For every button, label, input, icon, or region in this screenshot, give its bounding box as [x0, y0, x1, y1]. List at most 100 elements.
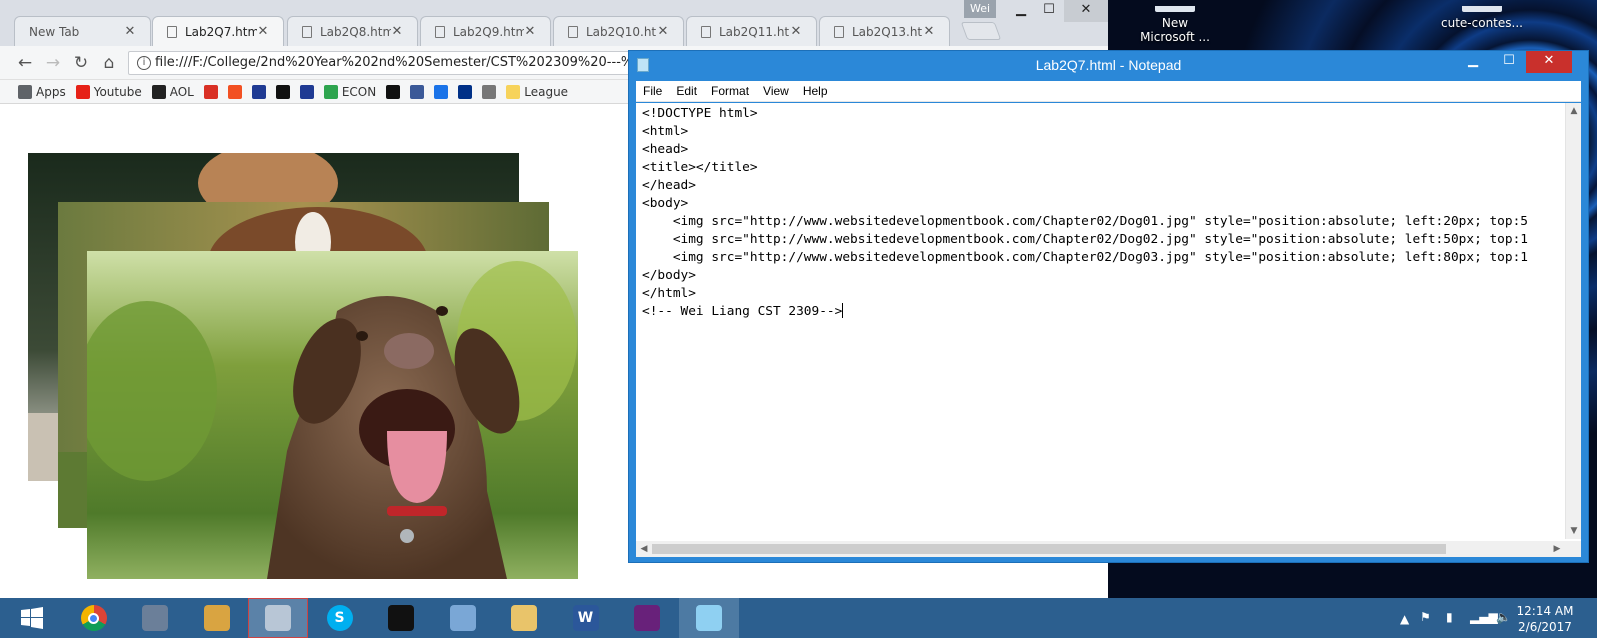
taskbar-visual-studio[interactable] — [617, 598, 677, 638]
bookmark-gmail[interactable] — [203, 84, 218, 99]
taskbar-notepad[interactable] — [678, 598, 739, 638]
menu-file[interactable]: File — [636, 84, 669, 98]
youtube-icon — [75, 84, 90, 99]
chrome-icon — [80, 605, 107, 631]
apps-grid-icon — [18, 84, 32, 99]
tab-lab2q13[interactable]: Lab2Q13.html ✕ — [819, 16, 950, 46]
network-icon[interactable]: ▂▄▆ — [1470, 610, 1498, 624]
profile-button[interactable]: Wei — [964, 0, 996, 18]
visual-studio-icon — [634, 605, 660, 631]
scissors-icon — [265, 605, 291, 631]
close-icon[interactable]: ✕ — [923, 24, 935, 39]
resize-grip[interactable] — [1565, 541, 1581, 557]
start-button[interactable] — [2, 598, 62, 638]
bookmark-blackboard[interactable] — [275, 84, 290, 99]
taskbar-chrome[interactable] — [64, 598, 124, 638]
maximize-button[interactable]: ☐ — [1492, 51, 1526, 73]
text-editor[interactable]: <!DOCTYPE html> <html> <head> <title></titl… — [636, 103, 1581, 557]
taskbar-word[interactable]: W — [556, 598, 616, 638]
tab-lab2q8[interactable]: Lab2Q8.html ✕ — [287, 16, 418, 46]
close-icon[interactable]: ✕ — [257, 24, 269, 39]
back-arrow-icon[interactable]: ← — [14, 52, 36, 74]
horizontal-scrollbar[interactable]: ◀ ▶ — [636, 541, 1565, 557]
bookmark-bag[interactable] — [410, 84, 425, 99]
volume-icon[interactable]: 🔈 — [1496, 610, 1511, 624]
new-tab-button[interactable] — [960, 22, 1002, 40]
code-line: <img src="http://www.websitedevelopmentb… — [642, 250, 1529, 265]
forward-arrow-icon[interactable]: → — [42, 52, 64, 74]
maximize-button[interactable]: ☐ — [1034, 0, 1064, 22]
desktop-icon-new-microsoft[interactable]: New Microsoft ... — [1130, 6, 1220, 44]
desktop-icon-label: New Microsoft ... — [1140, 16, 1210, 44]
document-icon — [701, 25, 711, 38]
econ-icon — [323, 84, 338, 99]
tab-lab2q7[interactable]: Lab2Q7.html ✕ — [152, 16, 284, 46]
tab-lab2q10[interactable]: Lab2Q10.html ✕ — [553, 16, 684, 46]
bookmark-aol[interactable]: AOL — [151, 84, 194, 99]
folder-icon — [506, 84, 521, 99]
battery-icon[interactable]: ▮ — [1446, 610, 1453, 624]
tab-title: Lab2Q8.html — [320, 24, 391, 39]
bookmark-shield-bookmark[interactable] — [434, 84, 449, 99]
scrollbar-thumb[interactable] — [652, 544, 1446, 554]
bookmark-cuny2[interactable] — [299, 84, 314, 99]
taskbar-cmd[interactable] — [371, 598, 431, 638]
close-icon[interactable]: ✕ — [524, 24, 536, 39]
taskbar-file-explorer[interactable] — [494, 598, 554, 638]
document-icon — [302, 25, 312, 38]
address-bar[interactable]: i file:///F:/College/2nd%20Year%202nd%20… — [128, 51, 648, 75]
bookmark-paypal[interactable] — [458, 84, 473, 99]
code-line: <img src="http://www.websitedevelopmentb… — [642, 232, 1529, 247]
vertical-scrollbar[interactable]: ▲ ▼ — [1565, 103, 1581, 539]
tab-new-tab[interactable]: New Tab ✕ — [14, 16, 151, 46]
info-icon[interactable]: i — [137, 56, 151, 70]
minimize-button[interactable]: ▁ — [1456, 51, 1490, 73]
close-window-button[interactable]: ✕ — [1526, 51, 1572, 73]
minimize-button[interactable]: ▁ — [1006, 0, 1036, 22]
clock-date: 2/6/2017 — [1518, 620, 1572, 634]
scroll-right-icon[interactable]: ▶ — [1549, 541, 1565, 557]
taskbar-paint[interactable] — [187, 598, 247, 638]
close-window-button[interactable]: ✕ — [1064, 0, 1108, 22]
icon-glyph: S — [334, 610, 345, 626]
taskbar-remote-desktop[interactable] — [433, 598, 493, 638]
menu-edit[interactable]: Edit — [669, 84, 704, 98]
close-icon[interactable]: ✕ — [391, 24, 403, 39]
file-icon — [1155, 6, 1195, 12]
show-hidden-icons-icon[interactable]: ▲ — [1400, 612, 1409, 626]
bookmark-label: League — [524, 84, 569, 99]
desktop-icon-cute-contest[interactable]: cute-contes... — [1432, 6, 1532, 30]
menu-help[interactable]: Help — [796, 84, 835, 98]
menu-view[interactable]: View — [756, 84, 796, 98]
bookmark-youtube[interactable]: Youtube — [75, 84, 142, 99]
bookmark-league[interactable]: League — [506, 84, 569, 99]
taskbar-skype[interactable]: S — [310, 598, 370, 638]
text-caret — [842, 303, 844, 318]
bookmark-apps[interactable]: Apps — [18, 84, 66, 99]
bookmark-cuny[interactable] — [251, 84, 266, 99]
scroll-down-icon[interactable]: ▼ — [1566, 523, 1581, 539]
bookmark-office[interactable] — [227, 84, 242, 99]
taskbar-clock[interactable]: 12:14 AM 2/6/2017 — [1510, 603, 1580, 635]
taskbar-calculator[interactable] — [125, 598, 185, 638]
bookmark-econ[interactable]: ECON — [323, 84, 376, 99]
close-icon[interactable]: ✕ — [657, 24, 669, 39]
taskbar-snipping-tool[interactable] — [248, 598, 308, 638]
notepad-icon — [695, 605, 722, 631]
menu-format[interactable]: Format — [704, 84, 756, 98]
tab-title: Lab2Q7.html — [185, 24, 257, 39]
close-icon[interactable]: ✕ — [124, 24, 136, 39]
close-icon[interactable]: ✕ — [790, 24, 802, 39]
bookmark-doc-bookmark[interactable] — [482, 84, 497, 99]
tab-lab2q11[interactable]: Lab2Q11.html ✕ — [686, 16, 817, 46]
scroll-up-icon[interactable]: ▲ — [1566, 103, 1581, 119]
home-icon[interactable]: ⌂ — [98, 52, 120, 74]
bookmark-amazon[interactable] — [386, 84, 401, 99]
aol-icon — [151, 84, 166, 99]
tab-title: Lab2Q9.html — [453, 24, 524, 39]
editor-text: <!DOCTYPE html> <html> <head> <title></titl… — [642, 105, 1528, 321]
scroll-left-icon[interactable]: ◀ — [636, 541, 652, 557]
tab-lab2q9[interactable]: Lab2Q9.html ✕ — [420, 16, 551, 46]
reload-icon[interactable]: ↻ — [70, 52, 92, 74]
action-center-icon[interactable]: ⚑ — [1420, 610, 1431, 624]
